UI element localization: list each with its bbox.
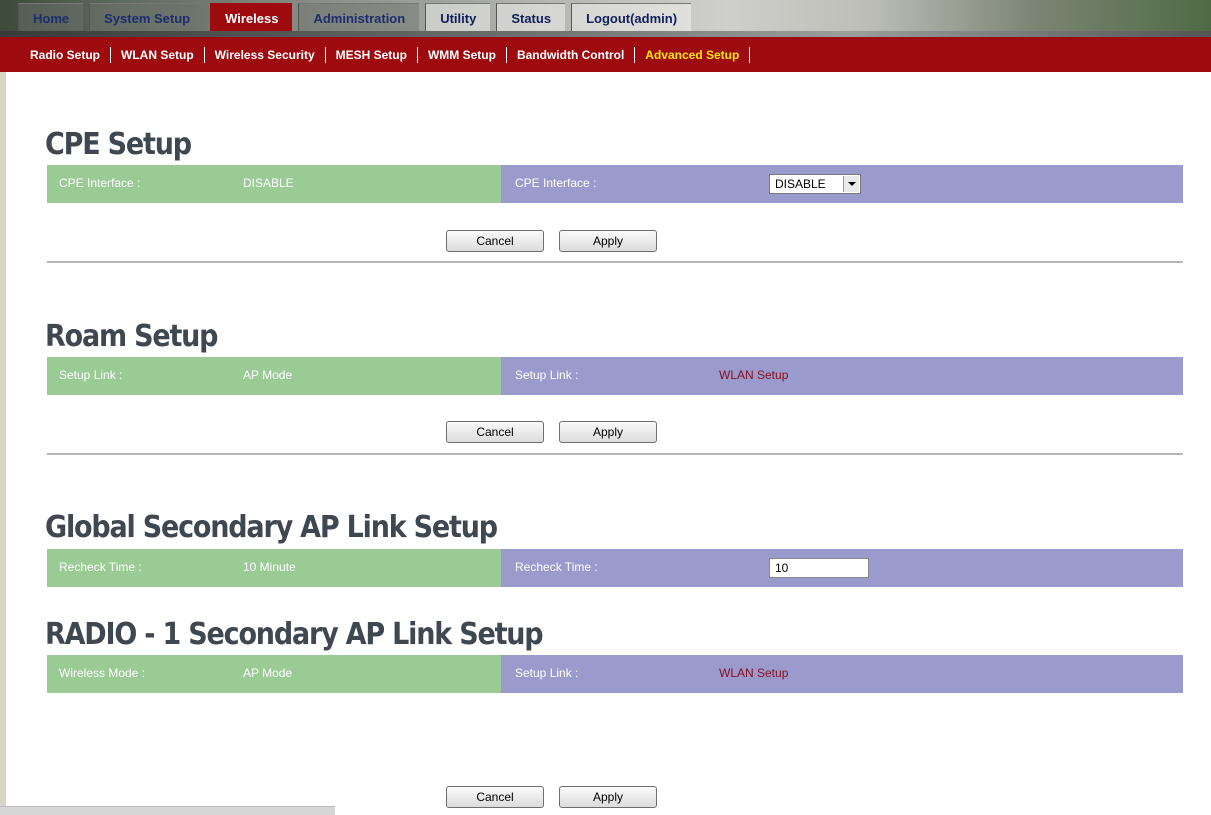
subtab-radio-setup[interactable]: Radio Setup xyxy=(30,46,112,63)
subtab-mesh-setup[interactable]: MESH Setup xyxy=(326,46,418,63)
global-secondary-title: Global Secondary AP Link Setup xyxy=(45,510,498,545)
tab-home[interactable]: Home xyxy=(18,3,84,34)
cpe-divider xyxy=(47,261,1183,263)
recheck-config-cell: Recheck Time : Minute xyxy=(501,549,1183,587)
roam-setup-link-label: Setup Link : xyxy=(59,368,123,382)
roam-setup-title: Roam Setup xyxy=(45,319,219,354)
tab-administration[interactable]: Administration xyxy=(298,3,420,34)
sub-navigation-bar: Radio Setup WLAN Setup Wireless Security… xyxy=(0,37,1211,72)
bottom-apply-button[interactable]: Apply xyxy=(559,786,657,808)
roam-wlan-setup-link[interactable]: WLAN Setup xyxy=(719,368,788,382)
radio1-setup-link-label: Setup Link : xyxy=(515,666,579,680)
cpe-interface-config-label: CPE Interface : xyxy=(515,176,597,190)
cpe-interface-current-value: DISABLE xyxy=(243,176,294,190)
tab-status[interactable]: Status xyxy=(496,3,566,34)
radio1-wlan-setup-link[interactable]: WLAN Setup xyxy=(719,666,788,680)
recheck-time-config-label: Recheck Time : xyxy=(515,560,598,574)
top-navigation-bar: Home System Setup Wireless Administratio… xyxy=(0,0,1211,37)
cpe-current-cell: CPE Interface : DISABLE xyxy=(47,165,501,203)
tab-wireless[interactable]: Wireless xyxy=(210,3,293,34)
recheck-time-label: Recheck Time : xyxy=(59,560,142,574)
roam-divider xyxy=(47,453,1183,455)
recheck-time-unit: Minute xyxy=(829,560,866,574)
chevron-down-icon[interactable] xyxy=(843,176,859,192)
wireless-mode-label: Wireless Mode : xyxy=(59,666,146,680)
cpe-setup-title: CPE Setup xyxy=(45,127,192,162)
subtab-wlan-setup[interactable]: WLAN Setup xyxy=(111,46,205,63)
main-tabs: Home System Setup Wireless Administratio… xyxy=(18,3,697,34)
cpe-cancel-button[interactable]: Cancel xyxy=(446,230,544,252)
roam-config-cell: Setup Link : WLAN Setup xyxy=(501,357,1183,395)
tab-utility[interactable]: Utility xyxy=(425,3,491,34)
roam-current-value: AP Mode xyxy=(243,368,293,382)
wireless-mode-value: AP Mode xyxy=(243,666,293,680)
subtab-advanced-setup[interactable]: Advanced Setup xyxy=(635,46,751,63)
recheck-current-cell: Recheck Time : 10 Minute xyxy=(47,549,501,587)
bottom-cancel-button[interactable]: Cancel xyxy=(446,786,544,808)
radio1-current-cell: Wireless Mode : AP Mode xyxy=(47,655,501,693)
recheck-time-current-value: 10 Minute xyxy=(243,560,296,574)
recheck-time-row: Recheck Time : 10 Minute Recheck Time : … xyxy=(47,549,1183,587)
subtab-wmm-setup[interactable]: WMM Setup xyxy=(418,46,507,63)
radio1-secondary-row: Wireless Mode : AP Mode Setup Link : WLA… xyxy=(47,655,1183,693)
radio1-config-cell: Setup Link : WLAN Setup xyxy=(501,655,1183,693)
cpe-interface-label: CPE Interface : xyxy=(59,176,141,190)
radio1-secondary-title: RADIO - 1 Secondary AP Link Setup xyxy=(45,617,544,652)
subtab-wireless-security[interactable]: Wireless Security xyxy=(205,46,326,63)
cpe-apply-button[interactable]: Apply xyxy=(559,230,657,252)
roam-setup-row: Setup Link : AP Mode Setup Link : WLAN S… xyxy=(47,357,1183,395)
roam-current-cell: Setup Link : AP Mode xyxy=(47,357,501,395)
cpe-interface-row: CPE Interface : DISABLE CPE Interface : … xyxy=(47,165,1183,203)
left-rail xyxy=(0,72,6,814)
cpe-config-cell: CPE Interface : DISABLE xyxy=(501,165,1183,203)
tab-system-setup[interactable]: System Setup xyxy=(89,3,205,34)
tab-logout[interactable]: Logout(admin) xyxy=(571,3,692,34)
subtab-bandwidth-control[interactable]: Bandwidth Control xyxy=(507,46,636,63)
roam-config-label: Setup Link : xyxy=(515,368,579,382)
sub-tabs: Radio Setup WLAN Setup Wireless Security… xyxy=(30,37,751,72)
roam-cancel-button[interactable]: Cancel xyxy=(446,421,544,443)
cpe-interface-select-value: DISABLE xyxy=(775,177,826,191)
cpe-interface-select[interactable]: DISABLE xyxy=(769,174,861,194)
roam-apply-button[interactable]: Apply xyxy=(559,421,657,443)
